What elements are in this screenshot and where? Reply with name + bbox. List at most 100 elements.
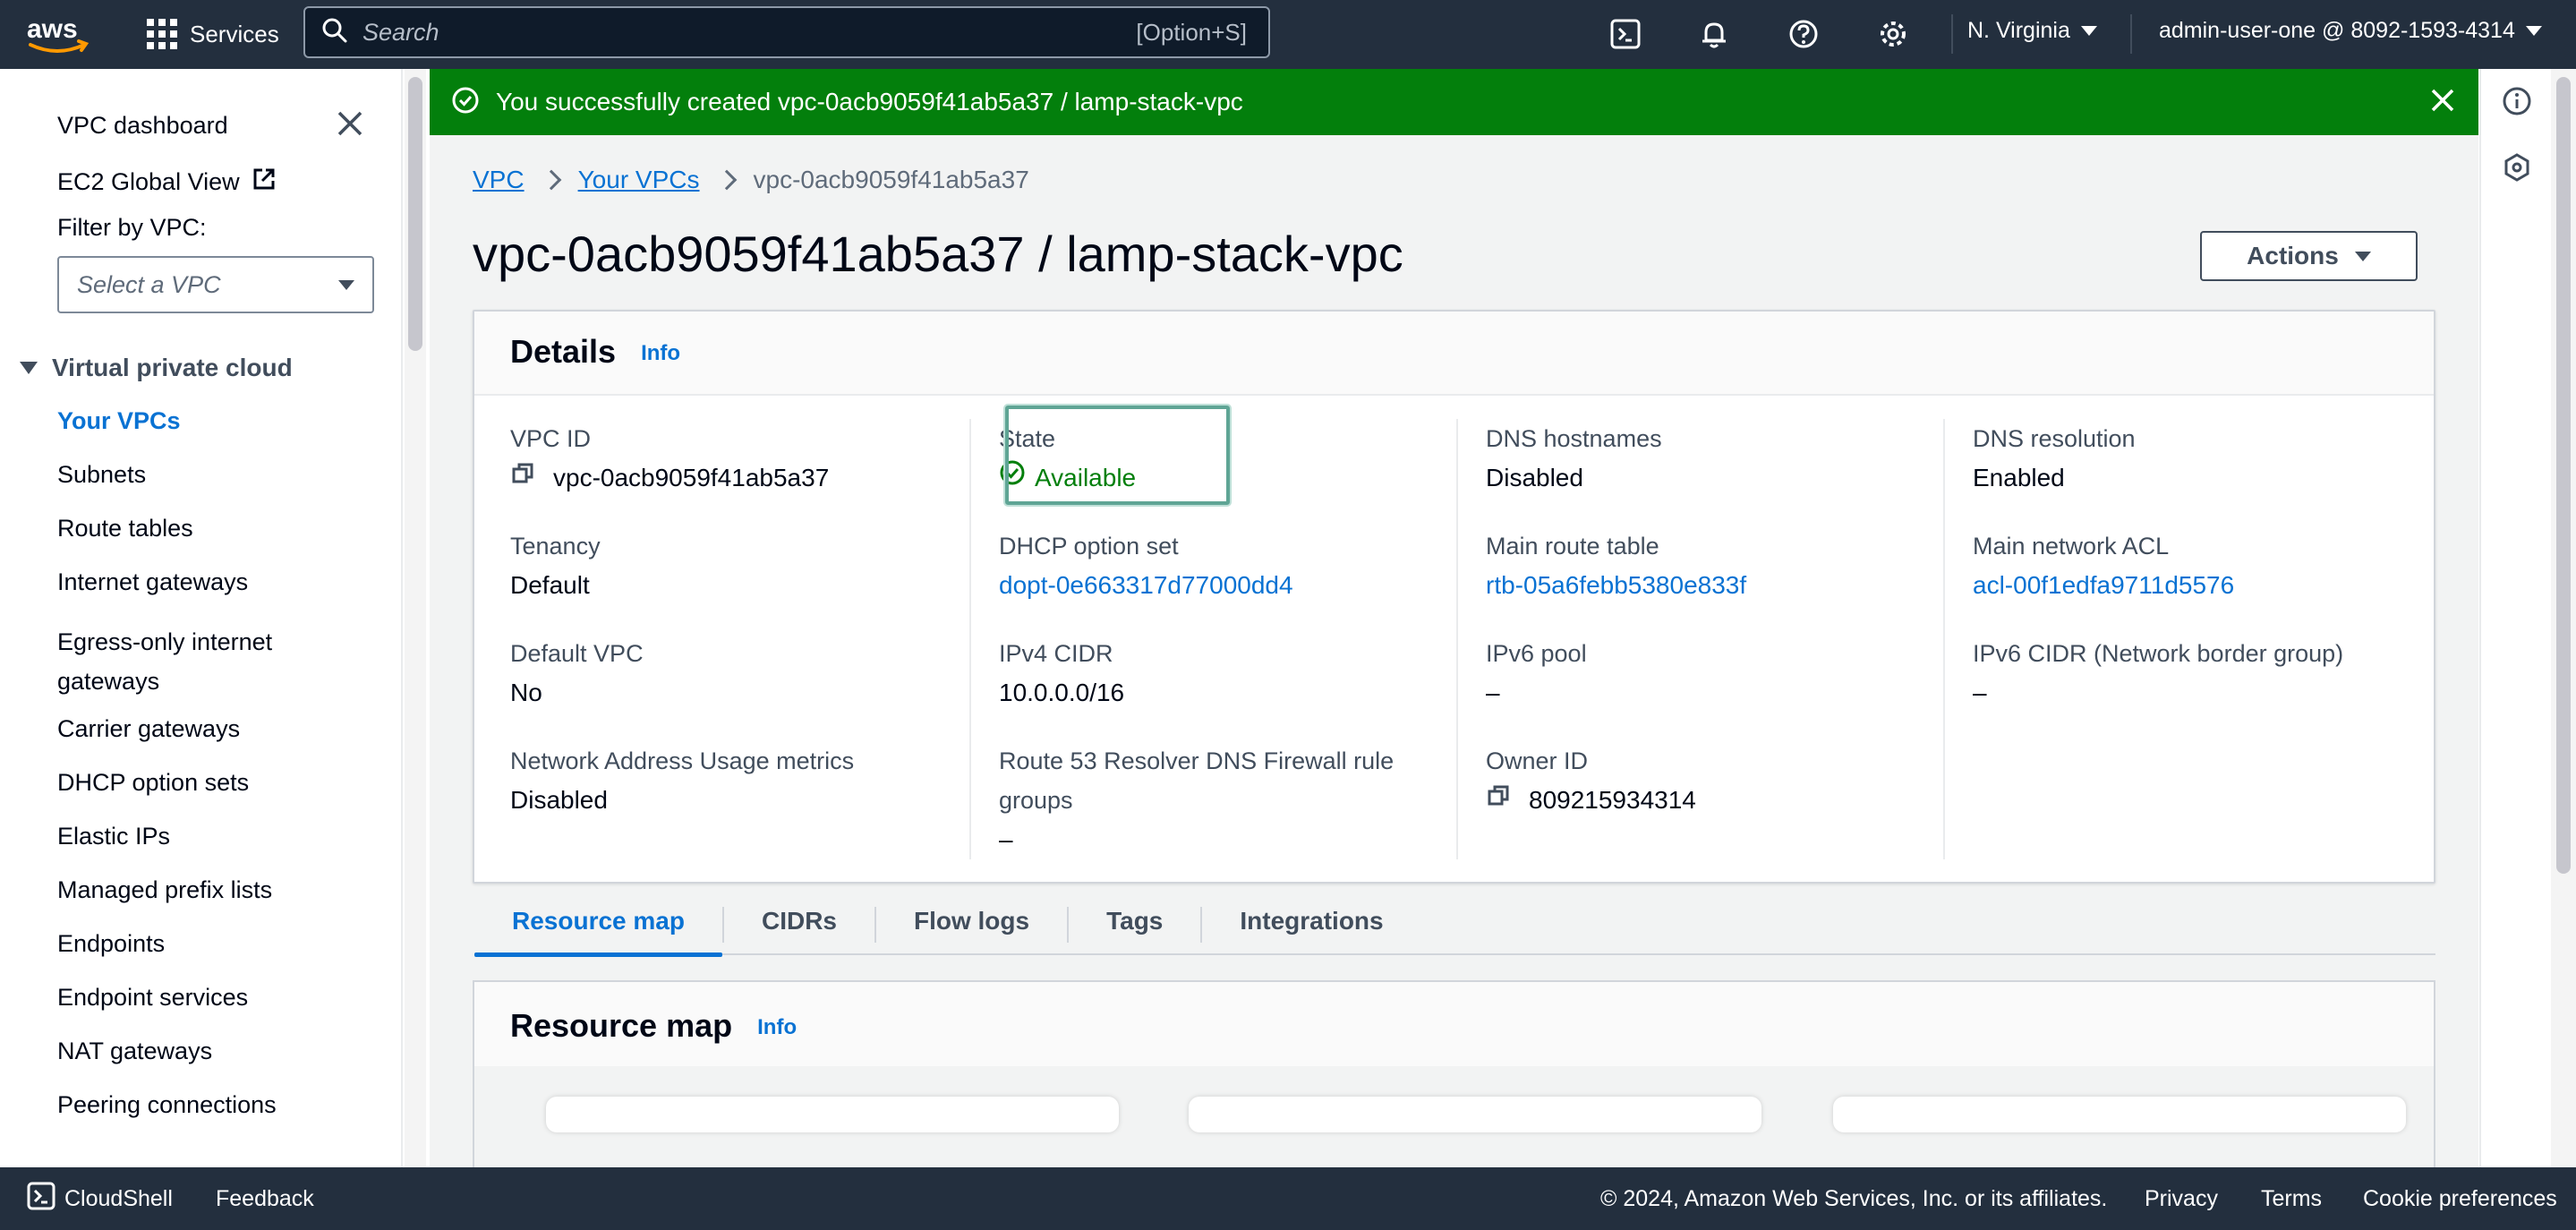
details-header: Details Info bbox=[474, 312, 2434, 396]
cloudshell-icon bbox=[27, 1182, 55, 1217]
search-icon bbox=[321, 17, 348, 48]
caret-down-icon bbox=[2354, 251, 2371, 261]
breadcrumb-current: vpc-0acb9059f41ab5a37 bbox=[753, 166, 1029, 193]
breadcrumb: VPC Your VPCs vpc-0acb9059f41ab5a37 bbox=[473, 166, 1029, 194]
search-input[interactable] bbox=[363, 18, 1137, 47]
sidebar-item-nat-gateways[interactable]: NAT gateways bbox=[57, 1038, 212, 1065]
sidebar-item-peering-connections[interactable]: Peering connections bbox=[57, 1091, 277, 1119]
sidebar-item-endpoint-services[interactable]: Endpoint services bbox=[57, 984, 248, 1012]
field-owner-id: Owner ID 809215934314 bbox=[1486, 741, 1696, 820]
flash-message: You successfully created vpc-0acb9059f41… bbox=[496, 88, 1243, 115]
sidebar-link-vpc-dashboard[interactable]: VPC dashboard bbox=[57, 112, 228, 140]
field-dhcp-option-set: DHCP option set dopt-0e663317d77000dd4 bbox=[999, 526, 1293, 605]
filter-by-vpc-label: Filter by VPC: bbox=[57, 214, 207, 241]
main-route-table-link[interactable]: rtb-05a6febb5380e833f bbox=[1486, 566, 1746, 605]
search-box[interactable]: [Option+S] bbox=[303, 6, 1270, 58]
privacy-link[interactable]: Privacy bbox=[2145, 1186, 2218, 1212]
services-menu-button[interactable]: Services bbox=[147, 14, 279, 54]
external-link-icon bbox=[251, 166, 277, 199]
main-content: VPC Your VPCs vpc-0acb9059f41ab5a37 vpc-… bbox=[430, 135, 2478, 1167]
chevron-right-icon bbox=[541, 169, 561, 191]
sidebar-link-ec2-global-view[interactable]: EC2 Global View bbox=[57, 166, 277, 199]
field-network-address-usage-metrics: Network Address Usage metrics Disabled bbox=[510, 747, 855, 814]
sidebar-item-route-tables[interactable]: Route tables bbox=[57, 515, 193, 542]
aws-logo-icon[interactable]: aws bbox=[25, 11, 91, 57]
sidebar-item-managed-prefix-lists[interactable]: Managed prefix lists bbox=[57, 876, 272, 904]
region-label: N. Virginia bbox=[1967, 18, 2070, 43]
details-info-link[interactable]: Info bbox=[641, 341, 680, 365]
vpc-id-value: vpc-0acb9059f41ab5a37 bbox=[553, 464, 830, 491]
details-card: Details Info VPC ID vpc-0acb9059f41ab5a3… bbox=[473, 310, 2435, 884]
resource-map-info-link[interactable]: Info bbox=[757, 1015, 797, 1039]
field-ipv4-cidr: IPv4 CIDR 10.0.0.0/16 bbox=[999, 640, 1125, 706]
copyright-text: © 2024, Amazon Web Services, Inc. or its… bbox=[1600, 1185, 2108, 1211]
copy-icon[interactable] bbox=[1486, 781, 1511, 820]
feedback-link[interactable]: Feedback bbox=[216, 1186, 314, 1212]
main-network-acl-link[interactable]: acl-00f1edfa9711d5576 bbox=[1973, 566, 2234, 605]
right-tools-rail bbox=[2479, 69, 2551, 1167]
field-dns-hostnames: DNS hostnames Disabled bbox=[1486, 425, 1662, 491]
expand-triangle-icon bbox=[20, 362, 38, 374]
top-navigation: aws Services [Option+S] N. Virginia admi… bbox=[0, 0, 2576, 69]
field-vpc-id: VPC ID vpc-0acb9059f41ab5a37 bbox=[510, 419, 829, 498]
notifications-bell-icon[interactable] bbox=[1697, 17, 1731, 51]
virtual-private-cloud-section[interactable]: Virtual private cloud bbox=[20, 354, 293, 382]
tab-tags[interactable]: Tags bbox=[1069, 900, 1200, 955]
breadcrumb-your-vpcs[interactable]: Your VPCs bbox=[578, 166, 700, 194]
sidebar-item-carrier-gateways[interactable]: Carrier gateways bbox=[57, 715, 240, 743]
info-panel-icon[interactable] bbox=[2501, 85, 2533, 122]
sidebar-item-dhcp-option-sets[interactable]: DHCP option sets bbox=[57, 769, 249, 797]
detail-tabs: Resource map CIDRs Flow logs Tags Integr… bbox=[474, 900, 2435, 957]
resource-map-card: Resource map Info bbox=[473, 980, 2435, 1167]
resource-map-title: Resource map bbox=[510, 1007, 733, 1044]
caret-down-icon bbox=[338, 279, 354, 290]
region-selector[interactable]: N. Virginia bbox=[1967, 18, 2097, 44]
page-scrollbar-thumb[interactable] bbox=[2556, 77, 2571, 874]
state-highlight-box bbox=[1005, 406, 1230, 505]
chevron-right-icon bbox=[716, 169, 737, 191]
footer: CloudShell Feedback © 2024, Amazon Web S… bbox=[0, 1167, 2576, 1230]
caret-down-icon bbox=[2525, 26, 2542, 36]
account-label: admin-user-one @ 8092-1593-4314 bbox=[2159, 18, 2515, 43]
svg-text:aws: aws bbox=[27, 14, 78, 44]
tab-cidrs[interactable]: CIDRs bbox=[724, 900, 874, 955]
copy-icon[interactable] bbox=[510, 458, 535, 498]
resource-map-column bbox=[1189, 1097, 1761, 1132]
breadcrumb-vpc[interactable]: VPC bbox=[473, 166, 525, 194]
page-title: vpc-0acb9059f41ab5a37 / lamp-stack-vpc bbox=[473, 226, 1403, 282]
cookie-preferences-link[interactable]: Cookie preferences bbox=[2363, 1186, 2557, 1212]
field-ipv6-cidr: IPv6 CIDR (Network border group) – bbox=[1973, 640, 2344, 706]
sidebar: VPC dashboard EC2 Global View Filter by … bbox=[0, 69, 403, 1167]
services-label: Services bbox=[190, 20, 279, 47]
cloudshell-button[interactable]: CloudShell bbox=[27, 1182, 173, 1217]
close-icon[interactable] bbox=[335, 108, 365, 139]
account-menu[interactable]: admin-user-one @ 8092-1593-4314 bbox=[2159, 18, 2542, 44]
sidebar-item-endpoints[interactable]: Endpoints bbox=[57, 930, 165, 958]
tab-integrations[interactable]: Integrations bbox=[1202, 900, 1420, 955]
sidebar-item-egress-only-internet-gateways[interactable]: Egress-only internet gateways bbox=[57, 622, 344, 701]
tutorials-hexagon-icon[interactable] bbox=[2501, 151, 2533, 188]
field-default-vpc: Default VPC No bbox=[510, 640, 644, 706]
field-main-route-table: Main route table rtb-05a6febb5380e833f bbox=[1486, 526, 1746, 605]
sidebar-item-your-vpcs[interactable]: Your VPCs bbox=[57, 407, 181, 435]
actions-button[interactable]: Actions bbox=[2200, 231, 2418, 281]
sidebar-scrollbar-thumb[interactable] bbox=[408, 77, 422, 351]
sidebar-item-subnets[interactable]: Subnets bbox=[57, 461, 146, 489]
cloudshell-icon[interactable] bbox=[1608, 17, 1642, 51]
tab-flow-logs[interactable]: Flow logs bbox=[876, 900, 1067, 955]
dismiss-close-icon[interactable] bbox=[2428, 86, 2457, 119]
field-ipv6-pool: IPv6 pool – bbox=[1486, 640, 1587, 706]
tab-resource-map[interactable]: Resource map bbox=[474, 900, 722, 957]
settings-gear-icon[interactable] bbox=[1876, 17, 1910, 51]
caret-down-icon bbox=[2080, 26, 2097, 36]
help-icon[interactable] bbox=[1787, 17, 1821, 51]
search-shortcut: [Option+S] bbox=[1136, 18, 1247, 46]
sidebar-item-elastic-ips[interactable]: Elastic IPs bbox=[57, 823, 170, 850]
terms-link[interactable]: Terms bbox=[2261, 1186, 2322, 1212]
field-main-network-acl: Main network ACL acl-00f1edfa9711d5576 bbox=[1973, 526, 2234, 605]
grid-icon bbox=[147, 19, 177, 49]
sidebar-item-internet-gateways[interactable]: Internet gateways bbox=[57, 568, 248, 596]
resource-map-column bbox=[546, 1097, 1119, 1132]
vpc-filter-select[interactable]: Select a VPC bbox=[57, 256, 374, 313]
dhcp-option-set-link[interactable]: dopt-0e663317d77000dd4 bbox=[999, 566, 1293, 605]
